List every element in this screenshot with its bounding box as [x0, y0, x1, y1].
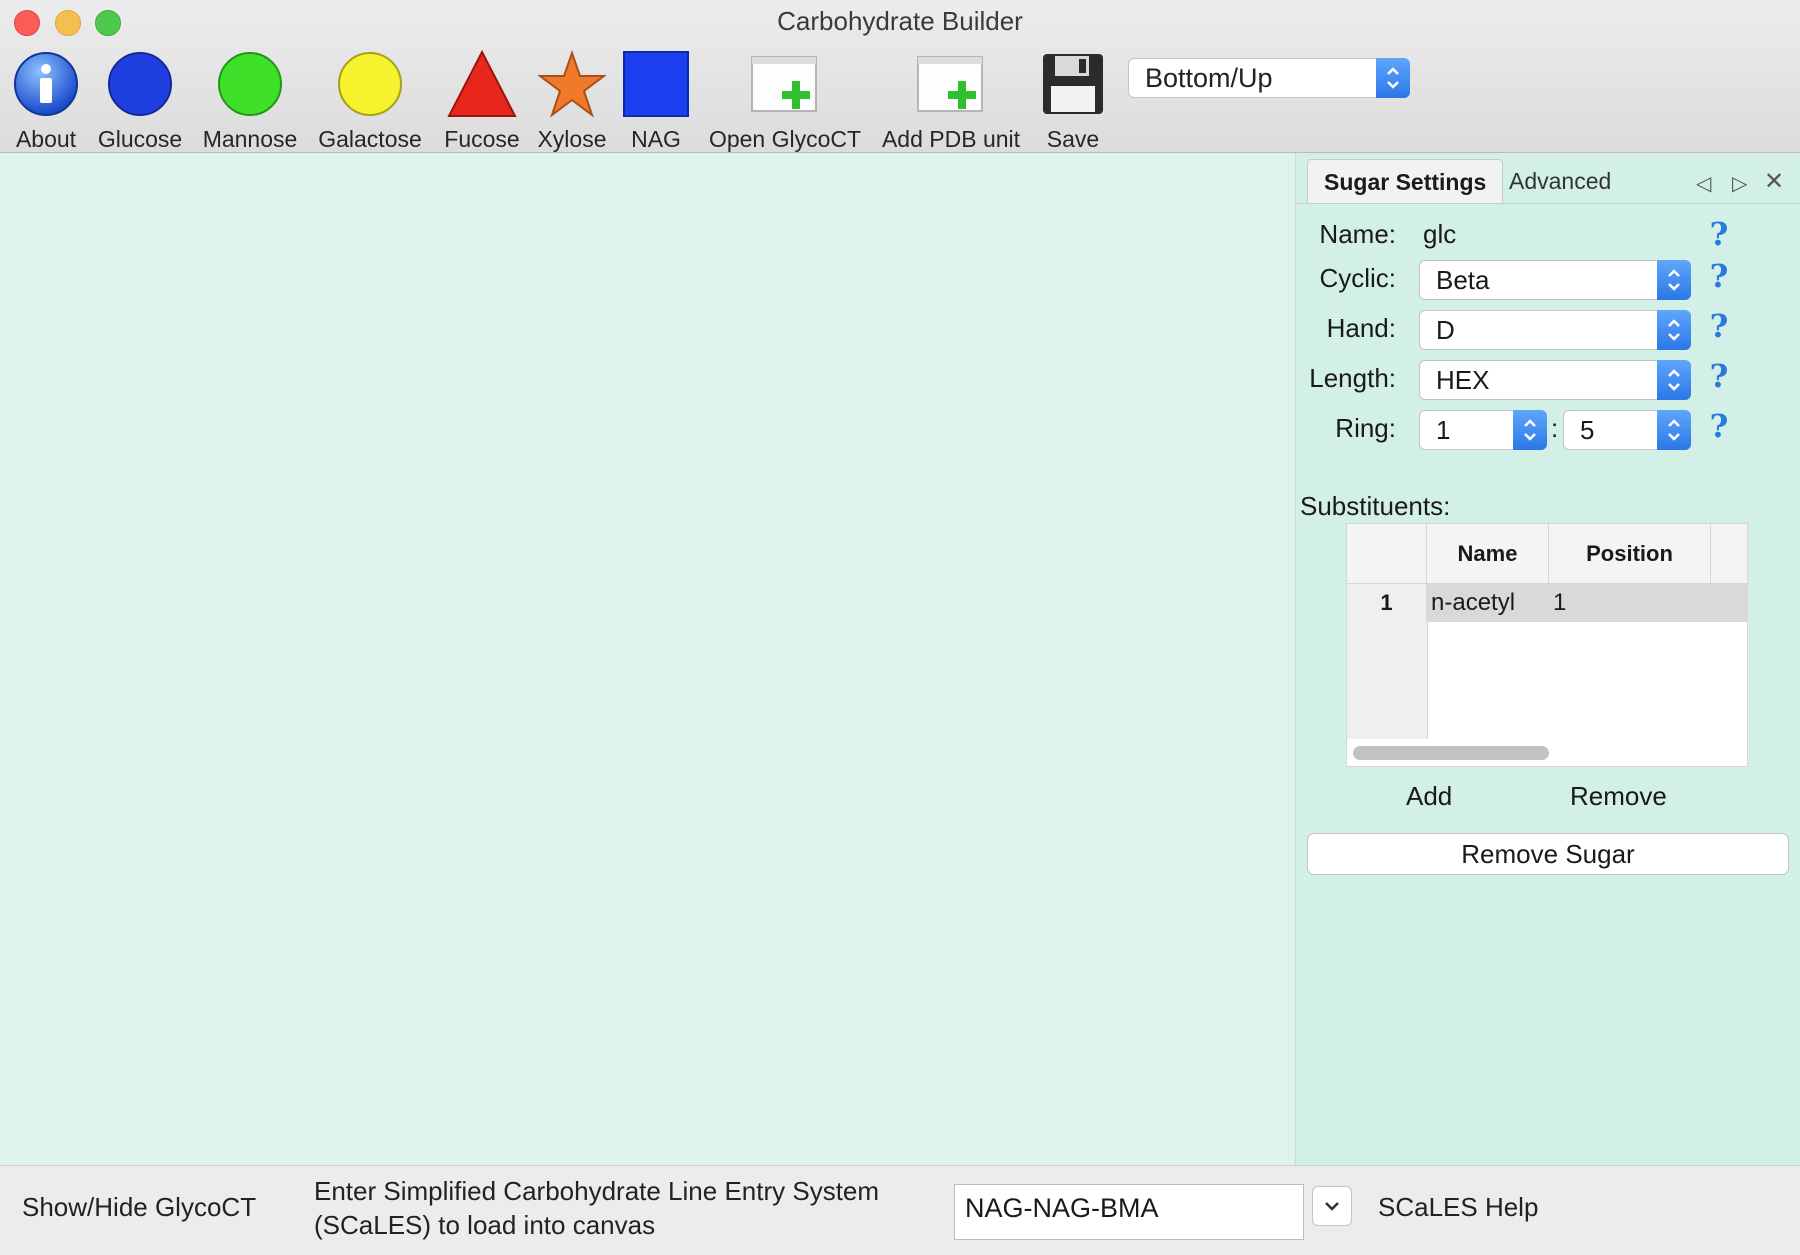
ring-start-value: 1: [1436, 415, 1451, 445]
horizontal-scrollbar[interactable]: [1353, 746, 1549, 760]
direction-value: Bottom/Up: [1145, 63, 1273, 93]
ring-help-icon[interactable]: ?: [1706, 410, 1732, 442]
save-label: Save: [1046, 126, 1100, 152]
tab-next-icon[interactable]: ▷: [1732, 171, 1747, 196]
info-icon: [14, 52, 78, 116]
red-triangle-icon: [447, 49, 517, 117]
open-glycoct-label: Open GlycoCT: [708, 126, 862, 152]
fucose-label: Fucose: [444, 126, 520, 152]
chevron-up-down-icon: [1657, 310, 1691, 350]
ring-end-select[interactable]: 5: [1563, 410, 1691, 450]
add-pdb-unit-button[interactable]: Add PDB unit: [876, 42, 1026, 153]
column-header-name[interactable]: Name: [1427, 524, 1549, 584]
column-header-filler: [1711, 524, 1747, 584]
scales-prompt-line1: Enter Simplified Carbohydrate Line Entry…: [314, 1176, 880, 1206]
hand-help-icon[interactable]: ?: [1706, 310, 1732, 342]
corner-header: [1347, 524, 1427, 584]
tab-prev-icon[interactable]: ◁: [1696, 171, 1711, 196]
table-row[interactable]: 1 n-acetyl 1: [1347, 584, 1747, 622]
glucose-label: Glucose: [97, 126, 183, 152]
blue-square-icon: [623, 51, 689, 117]
row-index: 1: [1347, 584, 1427, 622]
cell-name[interactable]: n-acetyl: [1431, 584, 1515, 622]
chevron-down-icon: [1325, 1202, 1339, 1211]
add-file-icon: [917, 56, 983, 112]
name-help-icon[interactable]: ?: [1706, 218, 1732, 250]
close-panel-icon[interactable]: ✕: [1764, 167, 1784, 196]
add-substituent-button[interactable]: Add: [1406, 781, 1452, 812]
nag-label: NAG: [631, 126, 681, 152]
cell-position[interactable]: 1: [1553, 584, 1566, 622]
ring-end-value: 5: [1580, 415, 1595, 445]
cyclic-select[interactable]: Beta: [1419, 260, 1691, 300]
chevron-up-down-icon: [1657, 360, 1691, 400]
tab-advanced[interactable]: Advanced: [1493, 159, 1627, 203]
xylose-button[interactable]: Xylose: [532, 42, 612, 153]
remove-substituent-button[interactable]: Remove: [1570, 781, 1667, 812]
cyclic-value: Beta: [1436, 265, 1490, 295]
chevron-up-down-icon: [1657, 410, 1691, 450]
window-title: Carbohydrate Builder: [777, 6, 1023, 36]
remove-sugar-button[interactable]: Remove Sugar: [1307, 833, 1789, 875]
fucose-button[interactable]: Fucose: [438, 42, 526, 153]
chevron-up-down-icon: [1513, 410, 1547, 450]
chevron-up-down-icon: [1657, 260, 1691, 300]
length-label: Length:: [1309, 363, 1396, 393]
scales-history-dropdown[interactable]: [1312, 1186, 1352, 1226]
green-circle-icon: [218, 52, 282, 116]
cyclic-help-icon[interactable]: ?: [1706, 260, 1732, 292]
substituents-label: Substituents:: [1300, 491, 1451, 521]
length-help-icon[interactable]: ?: [1706, 360, 1732, 392]
galactose-button[interactable]: Galactose: [314, 42, 426, 153]
hand-select[interactable]: D: [1419, 310, 1691, 350]
add-pdb-unit-label: Add PDB unit: [881, 126, 1021, 152]
open-file-icon: [751, 56, 817, 112]
length-value: HEX: [1436, 365, 1490, 395]
blue-circle-icon: [108, 52, 172, 116]
hand-value: D: [1436, 315, 1455, 345]
direction-select[interactable]: Bottom/Up: [1128, 58, 1410, 98]
floppy-disk-icon: [1043, 54, 1103, 114]
sugar-settings-panel: Sugar Settings Advanced ◁ ▷ ✕ Name: glc …: [1295, 153, 1800, 1165]
about-button[interactable]: About: [8, 42, 84, 153]
cyclic-label: Cyclic:: [1319, 263, 1396, 293]
mannose-button[interactable]: Mannose: [200, 42, 300, 153]
scales-help-button[interactable]: SCaLES Help: [1378, 1192, 1538, 1223]
ring-separator: :: [1551, 413, 1559, 443]
hand-label: Hand:: [1326, 313, 1396, 343]
show-hide-glycoct-button[interactable]: Show/Hide GlycoCT: [22, 1192, 256, 1223]
name-label: Name:: [1319, 219, 1396, 249]
scales-prompt-line2: (SCaLES) to load into canvas: [314, 1210, 656, 1240]
about-label: About: [15, 126, 77, 152]
name-value: glc: [1423, 219, 1457, 249]
mannose-label: Mannose: [202, 126, 298, 152]
substituents-table: Name Position 1 n-acetyl 1: [1346, 523, 1748, 767]
save-button[interactable]: Save: [1036, 42, 1110, 153]
galactose-label: Galactose: [318, 126, 422, 152]
length-select[interactable]: HEX: [1419, 360, 1691, 400]
glucose-button[interactable]: Glucose: [94, 42, 186, 153]
drawing-canvas[interactable]: [0, 153, 1295, 1165]
bottom-bar: Show/Hide GlycoCT Enter Simplified Carbo…: [0, 1165, 1800, 1255]
scales-input[interactable]: NAG-NAG-BMA: [954, 1184, 1304, 1240]
panel-tab-bar: Sugar Settings Advanced ◁ ▷ ✕: [1296, 153, 1800, 204]
open-glycoct-button[interactable]: Open GlycoCT: [702, 42, 868, 153]
column-header-position[interactable]: Position: [1549, 524, 1711, 584]
nag-button[interactable]: NAG: [618, 42, 694, 153]
title-bar: Carbohydrate Builder About Glucose Manno…: [0, 0, 1800, 153]
orange-star-icon: [538, 50, 606, 118]
yellow-circle-icon: [338, 52, 402, 116]
tab-sugar-settings[interactable]: Sugar Settings: [1307, 159, 1504, 203]
ring-start-select[interactable]: 1: [1419, 410, 1547, 450]
ring-label: Ring:: [1335, 413, 1396, 443]
xylose-label: Xylose: [537, 126, 607, 152]
chevron-up-down-icon: [1376, 58, 1410, 98]
